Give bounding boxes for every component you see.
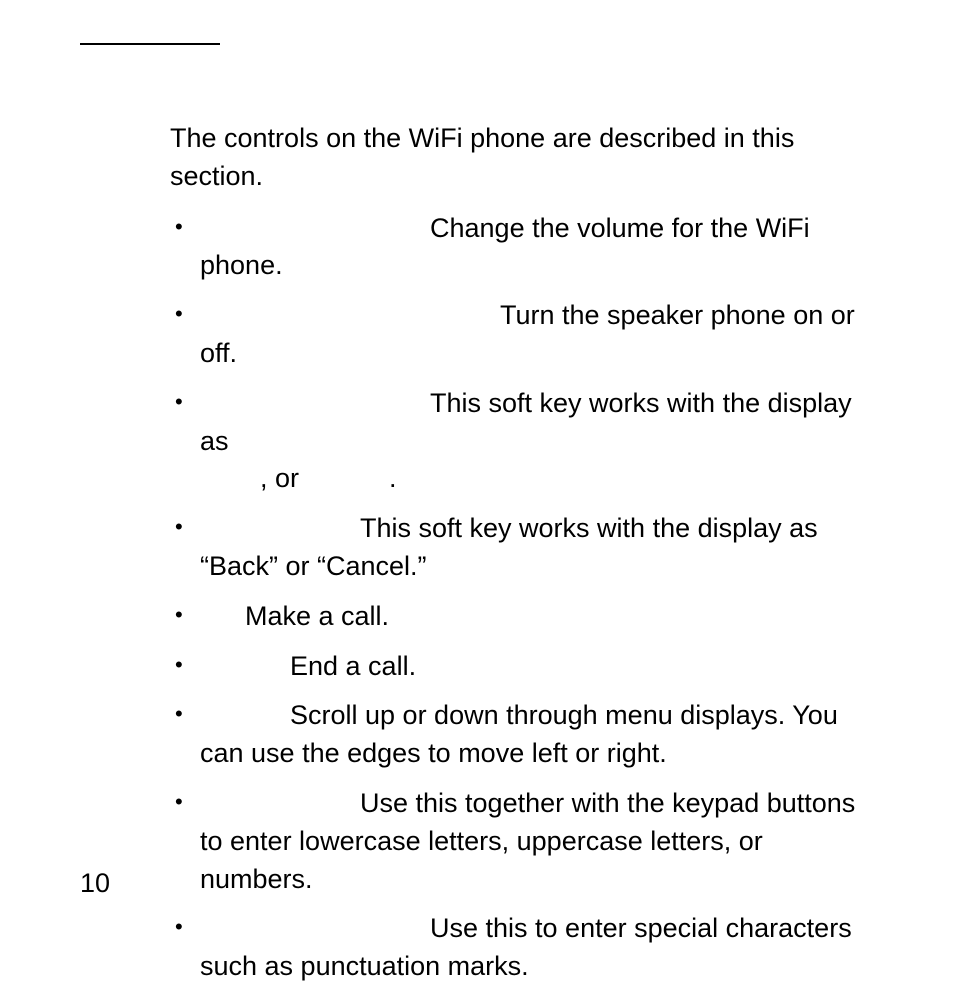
list-item-speaker: Turn the speaker phone on or off. [170,297,880,373]
list-item-keypad-shift: Use this together with the keypad button… [170,785,880,898]
item-text: Scroll up or down through menu displays.… [200,700,838,768]
body-text: The controls on the WiFi phone are descr… [170,120,880,998]
page-number: 10 [80,868,110,899]
item-text-period: . [389,463,397,493]
list-item-softkey-menu: This soft key works with the display as … [170,385,880,498]
intro-paragraph: The controls on the WiFi phone are descr… [170,120,880,196]
list-item-softkey-back: This soft key works with the display as … [170,510,880,586]
item-text-or: , or [260,463,299,493]
controls-list: Change the volume for the WiFi phone. Tu… [170,210,880,986]
list-item-special-chars: Use this to enter special characters suc… [170,910,880,986]
item-text: Turn the speaker phone on or off. [200,300,855,368]
list-item-end-call: End a call. [170,648,880,686]
item-text: This soft key works with the display as … [200,513,818,581]
item-text: Use this to enter special characters suc… [200,913,852,981]
item-text: Make a call. [245,601,389,631]
item-text: Change the volume for the WiFi phone. [200,213,810,281]
item-text: End a call. [290,651,416,681]
list-item-scroll: Scroll up or down through menu displays.… [170,697,880,773]
list-item-volume: Change the volume for the WiFi phone. [170,210,880,286]
list-item-call: Make a call. [170,598,880,636]
page: The controls on the WiFi phone are descr… [0,0,954,954]
item-text: This soft key works with the display as [200,388,852,456]
item-text: Use this together with the keypad button… [200,788,855,894]
item-text-line2: , or. [260,460,880,498]
header-rule [80,43,220,45]
